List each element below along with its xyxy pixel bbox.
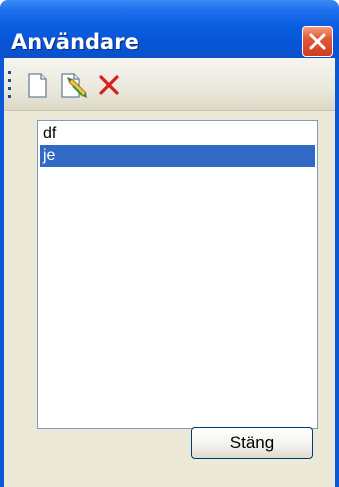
edit-user-button[interactable] bbox=[56, 68, 90, 102]
new-user-button[interactable] bbox=[20, 68, 54, 102]
list-item-selected[interactable]: je bbox=[40, 145, 315, 167]
title-bar[interactable]: Användare bbox=[0, 0, 339, 58]
users-list[interactable]: df je bbox=[37, 120, 318, 429]
users-dialog: Användare df je Stäng bbox=[0, 0, 339, 487]
toolbar bbox=[4, 58, 335, 111]
delete-user-button[interactable] bbox=[92, 68, 126, 102]
toolbar-grip[interactable] bbox=[8, 71, 12, 99]
list-item[interactable]: df bbox=[40, 123, 315, 145]
close-button[interactable]: Stäng bbox=[191, 427, 313, 459]
dialog-body: df je Stäng bbox=[4, 58, 335, 487]
window-close-button[interactable] bbox=[302, 26, 333, 57]
window-title: Användare bbox=[11, 30, 139, 54]
